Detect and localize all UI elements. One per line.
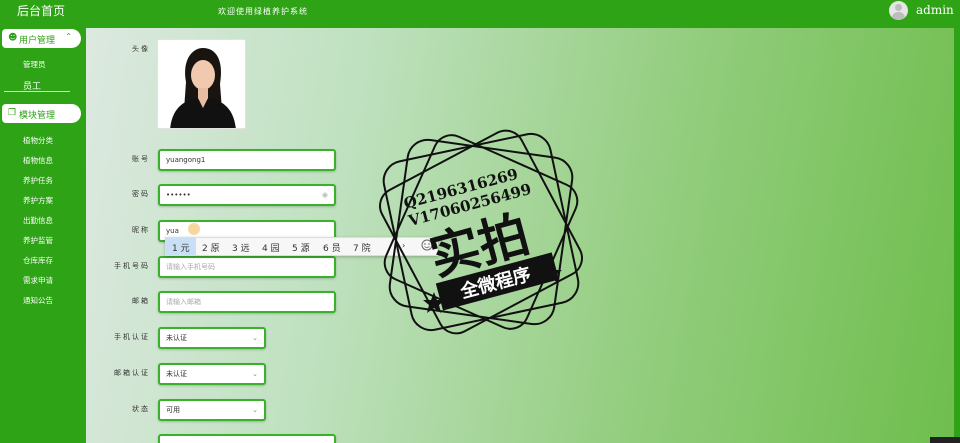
sidebar-item-attendance[interactable]: 出勤信息 [0,215,78,226]
email-verify-select[interactable]: 未认证 ⌄ [158,363,266,385]
account-label: 账号 [132,155,150,163]
account-input[interactable]: yuangong1 [158,149,336,171]
password-label: 密码 [132,190,150,198]
password-value: •••••• [166,191,191,199]
email-verify-value: 未认证 [166,370,187,378]
status-select[interactable]: 可用 ⌄ [158,399,266,421]
status-value: 可用 [166,406,180,414]
avatar-label: 头像 [132,45,150,53]
watermark-stamp: Q2196316269 V17060256499 实拍 全微程序 [379,129,583,335]
phone-verify-label: 手机认证 [114,333,150,341]
ime-candidate-6[interactable]: 6 员 [323,241,341,254]
sidebar: ☻ 用户管理 ⌃ 管理员 员工 ❐ 模块管理 植物分类 植物信息 养护任务 养护… [0,24,82,443]
email-label: 邮箱 [132,297,150,305]
ime-candidate-4[interactable]: 4 园 [262,241,280,254]
phone-label: 手机号码 [114,262,150,270]
chevron-down-icon: ⌄ [252,370,258,378]
sidebar-item-plant-category[interactable]: 植物分类 [0,135,78,146]
sidebar-item-admin[interactable]: 管理员 [0,59,78,70]
menu-group-module-management[interactable]: ❐ 模块管理 [2,104,81,123]
menu-group-label: 模块管理 [19,111,56,121]
top-bar: 后台首页 欢迎使用绿植养护系统 admin [0,0,960,24]
phone-verify-select[interactable]: 未认证 ⌄ [158,327,266,349]
status-label: 状态 [132,405,150,413]
ime-candidate-2[interactable]: 2 原 [202,241,220,254]
eye-icon[interactable]: ◉ [322,186,328,204]
text-cursor-highlight [188,223,200,235]
avatar-photo[interactable] [157,39,246,129]
menu-group-label: 用户管理 [19,36,56,46]
ime-candidate-1[interactable]: 1 元 [166,238,196,255]
sidebar-item-warehouse-stock[interactable]: 仓库库存 [0,255,78,266]
chevron-up-icon: ⌃ [65,32,72,41]
module-icon: ❐ [8,108,17,118]
corner-overlay [930,437,960,443]
phone-verify-value: 未认证 [166,334,187,342]
user-avatar[interactable] [889,1,908,20]
ime-candidate-3[interactable]: 3 远 [232,241,250,254]
sidebar-item-care-task[interactable]: 养护任务 [0,175,78,186]
password-input[interactable]: •••••• ◉ [158,184,336,206]
sidebar-item-care-supervision[interactable]: 养护监管 [0,235,78,246]
home-link[interactable]: 后台首页 [0,0,82,24]
active-item-underline [4,91,70,92]
welcome-text: 欢迎使用绿植养护系统 [218,7,308,16]
chevron-down-icon: ⌄ [252,334,258,342]
email-verify-label: 邮箱认证 [114,369,150,377]
username-label[interactable]: admin [916,3,954,17]
sidebar-item-care-plan[interactable]: 养护方案 [0,195,78,206]
ime-candidate-5[interactable]: 5 源 [292,241,310,254]
menu-group-user-management[interactable]: ☻ 用户管理 ⌃ [2,29,81,48]
chevron-down-icon: ⌄ [252,406,258,414]
email-input[interactable]: 请输入邮箱 [158,291,336,313]
sidebar-item-plant-info[interactable]: 植物信息 [0,155,78,166]
sidebar-item-demand-request[interactable]: 需求申请 [0,275,78,286]
sidebar-item-notice[interactable]: 通知公告 [0,295,78,306]
user-icon: ☻ [8,33,18,43]
next-field-input[interactable] [158,434,336,443]
nickname-label: 昵称 [132,226,150,234]
phone-input[interactable]: 请输入手机号码 [158,256,336,278]
